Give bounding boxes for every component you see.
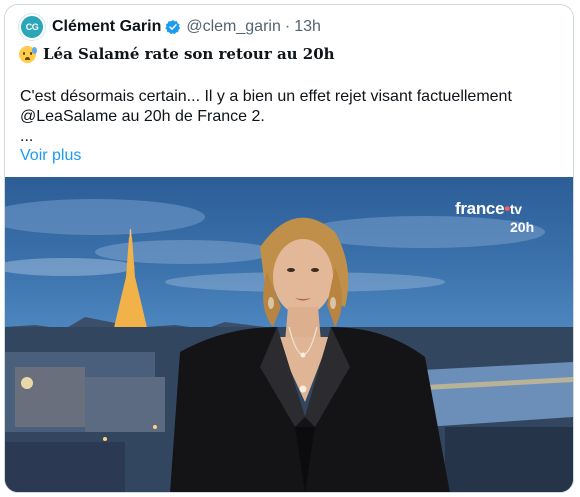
tweet-body: C'est désormais certain... Il y a bien u… bbox=[20, 87, 560, 147]
separator: · bbox=[284, 18, 291, 35]
anxious-face-icon bbox=[19, 45, 37, 63]
logo-suffix: tv bbox=[509, 201, 522, 217]
tweet-media-image[interactable]: france•tv 20h bbox=[5, 177, 573, 492]
author-name[interactable]: Clément Garin bbox=[52, 18, 161, 36]
logo-text: france bbox=[455, 199, 505, 218]
author-handle[interactable]: @clem_garin bbox=[186, 18, 281, 36]
tweet-title: Léa Salamé rate son retour au 20h bbox=[19, 45, 335, 63]
verified-badge-icon bbox=[165, 19, 181, 35]
tweet-title-text: Léa Salamé rate son retour au 20h bbox=[43, 45, 335, 63]
tweet-card[interactable]: CG Clément Garin @clem_garin · 13h Léa S… bbox=[4, 4, 574, 493]
body-line: ... bbox=[20, 128, 34, 145]
france-tv-logo: france•tv bbox=[455, 199, 522, 218]
tweet-header: CG Clément Garin @clem_garin · 13h bbox=[19, 14, 321, 40]
logo-20h: 20h bbox=[510, 219, 535, 235]
show-more-link[interactable]: Voir plus bbox=[20, 147, 81, 165]
body-line: @LeaSalame au 20h de France 2. bbox=[20, 108, 265, 125]
avatar[interactable]: CG bbox=[19, 14, 45, 40]
timestamp[interactable]: 13h bbox=[294, 18, 321, 36]
body-line: C'est désormais certain... Il y a bien u… bbox=[20, 88, 512, 105]
news-studio-scene bbox=[5, 199, 573, 492]
